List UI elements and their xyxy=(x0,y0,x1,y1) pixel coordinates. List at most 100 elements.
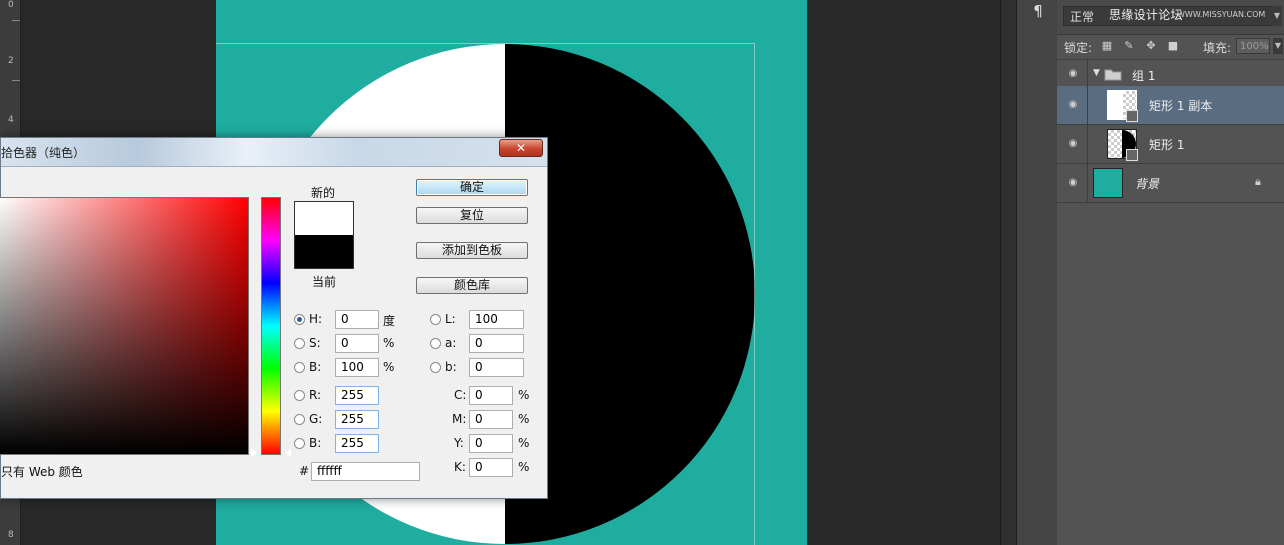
radio-lightness[interactable] xyxy=(430,314,441,325)
lock-move-icon[interactable]: ✥ xyxy=(1145,40,1157,52)
chevron-down-icon[interactable]: ▼ xyxy=(1272,6,1282,26)
cyan-input[interactable]: 0 xyxy=(469,386,513,405)
radio-red[interactable] xyxy=(294,390,305,401)
cyan-label: C: xyxy=(454,388,467,402)
radio-blue[interactable] xyxy=(294,438,305,449)
yellow-label: Y: xyxy=(454,436,464,450)
yellow-input[interactable]: 0 xyxy=(469,434,513,453)
magenta-input[interactable]: 0 xyxy=(469,410,513,429)
radio-saturation[interactable] xyxy=(294,338,305,349)
ruler-mark xyxy=(12,20,20,21)
eye-icon[interactable]: ◉ xyxy=(1066,176,1080,190)
lock-row: 锁定: ▦ ✎ ✥ ■ 填充: 100% ▼ xyxy=(1057,35,1284,60)
ruler-label: 2 xyxy=(8,56,14,66)
close-button[interactable]: ✕ xyxy=(499,139,543,157)
add-to-swatches-button[interactable]: 添加到色板 xyxy=(416,242,528,259)
lock-paint-brush-icon[interactable]: ✎ xyxy=(1123,40,1135,52)
radio-lab-a[interactable] xyxy=(430,338,441,349)
hue-input[interactable]: 0 xyxy=(335,310,379,329)
yellow-unit: % xyxy=(518,436,530,450)
ruler-label: 0 xyxy=(8,0,14,10)
hex-label: # xyxy=(299,464,310,478)
lightness-input[interactable]: 100 xyxy=(469,310,524,329)
layer-name: 矩形 1 xyxy=(1149,138,1185,152)
lab-b-input[interactable]: 0 xyxy=(469,358,524,377)
cyan-unit: % xyxy=(518,388,530,402)
magenta-label: M: xyxy=(452,412,467,426)
vector-mask-icon xyxy=(1126,149,1138,161)
saturation-unit: % xyxy=(383,336,395,350)
hex-input[interactable]: ffffff xyxy=(311,462,420,481)
blend-mode-row: 正常 思缘设计论坛 WWW.MISSYUAN.COM ▼ xyxy=(1057,0,1284,35)
panel-icon-strip: ¶ xyxy=(1016,0,1058,545)
color-libraries-button[interactable]: 颜色库 xyxy=(416,277,528,294)
layer-thumbnail xyxy=(1107,90,1138,122)
green-input[interactable]: 255 xyxy=(335,410,379,429)
black-unit: % xyxy=(518,460,530,474)
new-color-swatch xyxy=(295,202,353,235)
layer-name: 背景 xyxy=(1135,177,1160,191)
current-color-label: 当前 xyxy=(312,275,337,289)
layer-name: 组 1 xyxy=(1132,69,1156,83)
layer-name: 矩形 1 副本 xyxy=(1149,99,1213,113)
dialog-title: 拾色器（纯色） xyxy=(1,146,86,160)
layer-rect-1-copy[interactable]: ◉ 矩形 1 副本 xyxy=(1057,86,1284,125)
hue-unit: 度 xyxy=(383,314,396,328)
ruler-mark xyxy=(12,80,20,81)
radio-brightness[interactable] xyxy=(294,362,305,373)
radio-lab-b[interactable] xyxy=(430,362,441,373)
chevron-down-icon[interactable]: ▼ xyxy=(1273,38,1283,54)
saturation-brightness-field[interactable] xyxy=(0,197,249,455)
pasteboard xyxy=(807,0,1000,545)
fill-input[interactable]: 100% xyxy=(1236,38,1270,54)
lock-label: 锁定: xyxy=(1064,41,1093,55)
layer-group-1[interactable]: ◉ ▼ 组 1 xyxy=(1057,60,1284,89)
radio-green[interactable] xyxy=(294,414,305,425)
guide-vertical xyxy=(754,43,755,545)
eye-icon[interactable]: ◉ xyxy=(1066,67,1080,81)
lab-a-input[interactable]: 0 xyxy=(469,334,524,353)
layers-panel: 正常 思缘设计论坛 WWW.MISSYUAN.COM ▼ 锁定: ▦ ✎ ✥ ■… xyxy=(1057,0,1284,545)
layer-background[interactable]: ◉ 背景 🔒︎ xyxy=(1057,164,1284,203)
canvas-scrollbar[interactable] xyxy=(1000,0,1017,545)
green-label: G: xyxy=(309,412,323,426)
red-input[interactable]: 255 xyxy=(335,386,379,405)
paragraph-icon[interactable]: ¶ xyxy=(1029,2,1047,20)
watermark-url: WWW.MISSYUAN.COM xyxy=(1177,10,1266,19)
blue-input[interactable]: 255 xyxy=(335,434,379,453)
hue-slider-handle-right[interactable] xyxy=(285,449,291,457)
hue-slider[interactable] xyxy=(261,197,281,455)
reset-button[interactable]: 复位 xyxy=(416,207,528,224)
lab-b-label: b: xyxy=(445,360,457,374)
lock-transparent-icon[interactable]: ▦ xyxy=(1101,40,1113,52)
layer-rect-1[interactable]: ◉ 矩形 1 xyxy=(1057,125,1284,164)
eye-icon[interactable]: ◉ xyxy=(1066,98,1080,112)
web-colors-only-label[interactable]: 只有 Web 颜色 xyxy=(1,463,83,480)
blue-label: B: xyxy=(309,436,322,450)
radio-hue[interactable] xyxy=(294,314,305,325)
eye-icon[interactable]: ◉ xyxy=(1066,137,1080,151)
ruler-label: 8 xyxy=(8,530,14,540)
guide-horizontal xyxy=(216,43,754,44)
brightness-label: B: xyxy=(309,360,322,374)
divider xyxy=(1087,164,1088,202)
ruler-label: 4 xyxy=(8,115,14,125)
hue-slider-handle-left[interactable] xyxy=(251,449,257,457)
brightness-unit: % xyxy=(383,360,395,374)
brightness-input[interactable]: 100 xyxy=(335,358,379,377)
saturation-input[interactable]: 0 xyxy=(335,334,379,353)
saturation-label: S: xyxy=(309,336,321,350)
divider xyxy=(1087,60,1088,88)
black-input[interactable]: 0 xyxy=(469,458,513,477)
divider xyxy=(1087,86,1088,124)
lock-all-icon[interactable]: ■ xyxy=(1167,40,1179,52)
lab-a-label: a: xyxy=(445,336,457,350)
hue-label: H: xyxy=(309,312,323,326)
ok-button[interactable]: 确定 xyxy=(416,179,528,196)
current-color-swatch[interactable] xyxy=(295,235,353,268)
watermark-text: 思缘设计论坛 xyxy=(1109,8,1183,22)
expand-arrow-icon[interactable]: ▼ xyxy=(1093,68,1100,78)
color-picker-dialog: 拾色器（纯色） ✕ 只有 Web 颜色 新的 当前 确定 复位 添加到色板 颜色… xyxy=(0,137,548,499)
red-label: R: xyxy=(309,388,322,402)
dialog-titlebar[interactable]: 拾色器（纯色） ✕ xyxy=(1,138,547,167)
